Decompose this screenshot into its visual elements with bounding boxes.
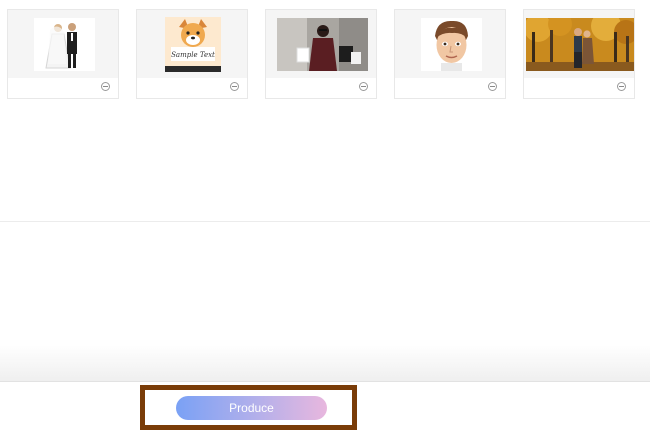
card-footer [266, 78, 376, 98]
section-divider [0, 221, 650, 222]
media-card[interactable] [523, 9, 635, 99]
thumbnail-area [8, 10, 118, 78]
media-thumbnail-grid: Sample Text [0, 0, 650, 100]
remove-icon[interactable] [488, 82, 497, 91]
remove-icon[interactable] [359, 82, 368, 91]
media-card[interactable]: Sample Text [136, 9, 248, 99]
remove-icon[interactable] [230, 82, 239, 91]
thumbnail-area [395, 10, 505, 78]
remove-icon[interactable] [101, 82, 110, 91]
cartoon-avatar-image [421, 18, 482, 71]
media-card[interactable] [394, 9, 506, 99]
card-footer [137, 78, 247, 98]
card-footer [8, 78, 118, 98]
sample-text-caption: Sample Text [171, 51, 215, 59]
autumn-couple-image [526, 18, 634, 71]
media-card[interactable] [265, 9, 377, 99]
card-footer [395, 78, 505, 98]
card-footer [524, 78, 634, 98]
thumbnail-area [524, 10, 634, 78]
wedding-couple-image [34, 18, 95, 71]
shopping-woman-image [277, 18, 368, 71]
produce-button[interactable]: Produce [176, 396, 327, 420]
thumbnail-area: Sample Text [137, 10, 247, 78]
dog-card-image: Sample Text [165, 17, 221, 72]
remove-icon[interactable] [617, 82, 626, 91]
media-card[interactable] [7, 9, 119, 99]
bottom-shadow [0, 345, 650, 381]
thumbnail-area [266, 10, 376, 78]
